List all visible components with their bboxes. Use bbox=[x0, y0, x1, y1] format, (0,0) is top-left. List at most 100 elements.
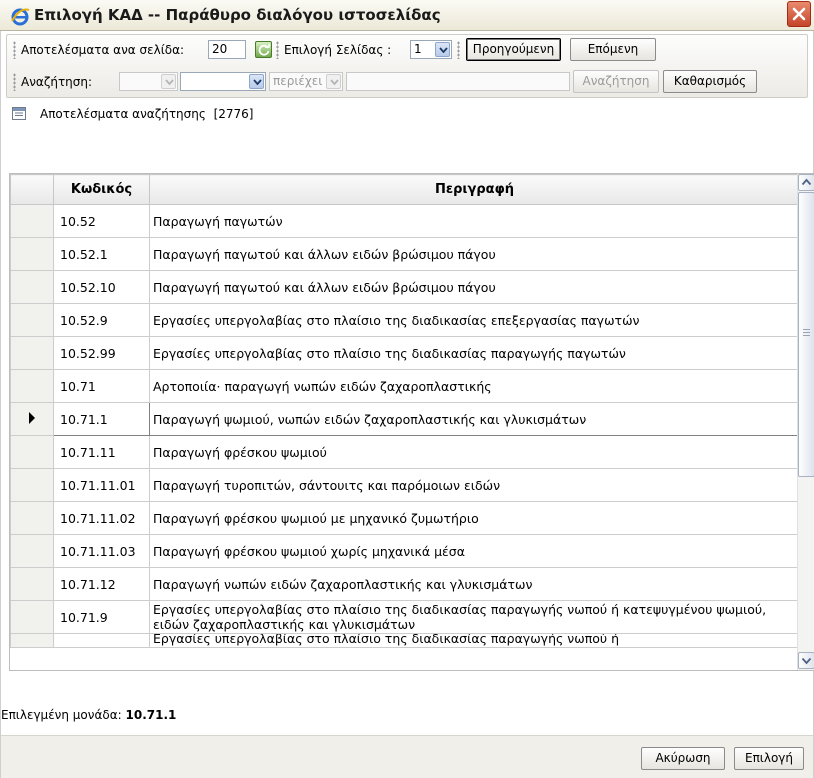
column-header-description[interactable]: Περιγραφή bbox=[149, 174, 800, 205]
scroll-up-button[interactable] bbox=[798, 174, 814, 191]
cell-code[interactable]: 10.71.11 bbox=[53, 435, 150, 469]
grid-icon bbox=[12, 107, 26, 120]
results-per-page-label: Αποτελέσματα ανα σελίδα: bbox=[21, 43, 185, 57]
operator-dropdown[interactable] bbox=[326, 74, 341, 89]
cell-code[interactable]: 10.71.11.02 bbox=[53, 501, 150, 535]
table-row[interactable]: 10.71.9 Εργασίες υπεργολαβίας στο πλαίσιο… bbox=[10, 600, 800, 634]
page-select-label: Επιλογή Σελίδας : bbox=[284, 43, 392, 57]
row-header[interactable] bbox=[10, 501, 54, 535]
table-row[interactable]: 10.71.11.01 Παραγωγή τυροπιτών, σάντουιτς… bbox=[10, 468, 800, 502]
search-button[interactable]: Αναζήτηση bbox=[573, 70, 659, 93]
search-label: Αναζήτηση: bbox=[21, 75, 93, 89]
search-column-dropdown[interactable] bbox=[249, 74, 264, 89]
table-row[interactable]: 10.71.11.02 Παραγωγή φρέσκου ψωμιού με μη… bbox=[10, 501, 800, 535]
toolbar-grip[interactable] bbox=[13, 41, 16, 59]
search-field-dropdown[interactable] bbox=[161, 74, 176, 89]
chevron-up-icon bbox=[801, 178, 812, 186]
clear-button[interactable]: Καθαρισμός bbox=[663, 70, 757, 93]
row-header[interactable] bbox=[10, 435, 54, 469]
table-row[interactable]: Εργασίες υπεργολαβίας στο πλαίσιο της δι… bbox=[10, 633, 800, 648]
cell-description[interactable]: Αρτοποιία· παραγωγή νωπών ειδών ζαχαροπλ… bbox=[149, 369, 800, 403]
prev-page-button[interactable]: Προηγούμενη bbox=[466, 38, 561, 61]
cell-description[interactable]: Εργασίες υπεργολαβίας στο πλαίσιο της δι… bbox=[149, 633, 800, 648]
row-header[interactable] bbox=[10, 567, 54, 601]
cell-code[interactable]: 10.52.9 bbox=[53, 303, 150, 337]
results-count: [2776] bbox=[213, 107, 254, 121]
search-text-input[interactable] bbox=[346, 72, 570, 91]
toolbar: Αποτελέσματα ανα σελίδα: 20 Επιλογή Σελί… bbox=[6, 34, 808, 98]
title-bar: Επιλογή ΚΑΔ -- Παράθυρο διαλόγου ιστοσελ… bbox=[0, 0, 814, 31]
results-per-page-input[interactable]: 20 bbox=[208, 40, 246, 59]
scroll-down-button[interactable] bbox=[798, 652, 814, 669]
table-row[interactable]: 10.52 Παραγωγή παγωτών bbox=[10, 204, 800, 238]
table-header-row: Κωδικός Περιγραφή bbox=[10, 174, 800, 205]
selected-unit: Επιλεγμένη μονάδα: 10.71.1 bbox=[1, 708, 176, 722]
cell-description[interactable]: Παραγωγή φρέσκου ψωμιού με μηχανικό ζυμω… bbox=[149, 501, 800, 535]
selected-unit-label: Επιλεγμένη μονάδα: bbox=[1, 708, 122, 722]
row-header[interactable] bbox=[10, 303, 54, 337]
cell-description[interactable]: Παραγωγή φρέσκου ψωμιού bbox=[149, 435, 800, 469]
table-row[interactable]: 10.71.1 Παραγωγή ψωμιού, νωπών ειδών ζαχα… bbox=[10, 402, 800, 436]
chevron-down-icon bbox=[253, 79, 262, 85]
table-row[interactable]: 10.52.1 Παραγωγή παγωτού και άλλων ειδών … bbox=[10, 237, 800, 271]
column-header-code[interactable]: Κωδικός bbox=[53, 174, 150, 205]
cell-code[interactable] bbox=[53, 633, 150, 648]
cell-description[interactable]: Παραγωγή φρέσκου ψωμιού χωρίς μηχανικά μ… bbox=[149, 534, 800, 568]
row-header[interactable] bbox=[10, 237, 54, 271]
vertical-scrollbar[interactable] bbox=[797, 174, 814, 670]
cell-code[interactable]: 10.52 bbox=[53, 204, 150, 238]
operator-select[interactable]: περιέχει bbox=[269, 72, 343, 91]
cell-description[interactable]: Παραγωγή παγωτών bbox=[149, 204, 800, 238]
cell-description[interactable]: Εργασίες υπεργολαβίας στο πλαίσιο της δι… bbox=[149, 303, 800, 337]
cell-code[interactable]: 10.71.12 bbox=[53, 567, 150, 601]
row-header[interactable] bbox=[10, 534, 54, 568]
search-column-select[interactable] bbox=[180, 72, 266, 91]
toolbar-grip[interactable] bbox=[276, 41, 279, 59]
table-row[interactable]: 10.71.11.03 Παραγωγή φρέσκου ψωμιού χωρίς… bbox=[10, 534, 800, 568]
selected-unit-value: 10.71.1 bbox=[125, 708, 177, 722]
next-page-button[interactable]: Επόμενη bbox=[570, 38, 656, 61]
cell-code[interactable]: 10.71.11.03 bbox=[53, 534, 150, 568]
cell-description[interactable]: Παραγωγή ψωμιού, νωπών ειδών ζαχαροπλαστ… bbox=[149, 402, 800, 436]
cell-description[interactable]: Παραγωγή τυροπιτών, σάντουιτς και παρόμο… bbox=[149, 468, 800, 502]
table-row[interactable]: 10.52.10 Παραγωγή παγωτού και άλλων ειδών… bbox=[10, 270, 800, 304]
cell-code[interactable]: 10.71.9 bbox=[53, 600, 150, 634]
page-select-dropdown[interactable] bbox=[435, 42, 450, 57]
cell-description[interactable]: Εργασίες υπεργολαβίας στο πλαίσιο της δι… bbox=[149, 336, 800, 370]
close-button[interactable] bbox=[787, 1, 811, 27]
cell-code[interactable]: 10.52.99 bbox=[53, 336, 150, 370]
cell-code[interactable]: 10.71.1 bbox=[53, 402, 150, 436]
cell-code[interactable]: 10.52.1 bbox=[53, 237, 150, 271]
toolbar-grip[interactable] bbox=[457, 41, 460, 59]
select-button[interactable]: Επιλογή bbox=[734, 747, 804, 770]
search-field-select[interactable] bbox=[119, 72, 178, 91]
cell-description[interactable]: Εργασίες υπεργολαβίας στο πλαίσιο της δι… bbox=[149, 600, 800, 634]
apply-page-size-button[interactable] bbox=[255, 41, 272, 58]
cell-description[interactable]: Παραγωγή παγωτού και άλλων ειδών βρώσιμο… bbox=[149, 270, 800, 304]
table-row[interactable]: 10.71.12 Παραγωγή νωπών ειδών ζαχαροπλαστ… bbox=[10, 567, 800, 601]
table-row[interactable]: 10.52.9 Εργασίες υπεργολαβίας στο πλαίσιο… bbox=[10, 303, 800, 337]
row-header[interactable] bbox=[10, 336, 54, 370]
row-header[interactable] bbox=[10, 270, 54, 304]
results-header: Αποτελέσματα αναζήτησης [2776] bbox=[9, 103, 799, 127]
row-header[interactable] bbox=[10, 633, 54, 648]
results-count-label: Αποτελέσματα αναζήτησης [2776] bbox=[40, 107, 254, 121]
row-header[interactable] bbox=[10, 468, 54, 502]
row-header[interactable] bbox=[10, 369, 54, 403]
row-header[interactable] bbox=[10, 204, 54, 238]
row-header[interactable] bbox=[10, 402, 54, 436]
page-select[interactable]: 1 bbox=[410, 40, 452, 59]
toolbar-grip[interactable] bbox=[13, 73, 16, 91]
cell-code[interactable]: 10.52.10 bbox=[53, 270, 150, 304]
cell-description[interactable]: Παραγωγή νωπών ειδών ζαχαροπλαστικής και… bbox=[149, 567, 800, 601]
cell-code[interactable]: 10.71 bbox=[53, 369, 150, 403]
cell-code[interactable]: 10.71.11.01 bbox=[53, 468, 150, 502]
table-row[interactable]: 10.52.99 Εργασίες υπεργολαβίας στο πλαίσι… bbox=[10, 336, 800, 370]
cancel-button[interactable]: Ακύρωση bbox=[641, 747, 725, 770]
table-row[interactable]: 10.71 Αρτοποιία· παραγωγή νωπών ειδών ζαχ… bbox=[10, 369, 800, 403]
row-header[interactable] bbox=[10, 600, 54, 634]
cell-description[interactable]: Παραγωγή παγωτού και άλλων ειδών βρώσιμο… bbox=[149, 237, 800, 271]
chevron-down-icon bbox=[801, 657, 812, 665]
table-row[interactable]: 10.71.11 Παραγωγή φρέσκου ψωμιού bbox=[10, 435, 800, 469]
scroll-thumb[interactable] bbox=[798, 192, 814, 477]
